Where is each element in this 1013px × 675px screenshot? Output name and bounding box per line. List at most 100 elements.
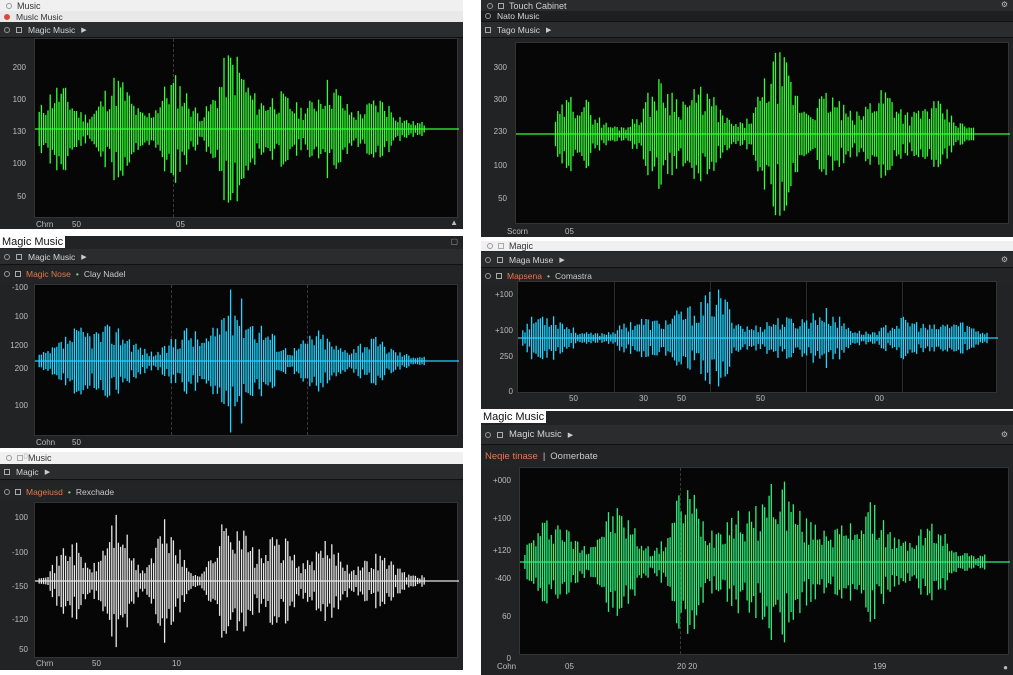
separator-icon: • <box>546 271 550 281</box>
window-title: Magic <box>509 241 534 251</box>
track-title[interactable]: Magic Music <box>28 252 75 262</box>
y-tick-label: 100 <box>493 161 507 170</box>
x-tick-label: Scorn <box>507 227 528 236</box>
chip-primary[interactable]: Neqie tinase <box>485 451 538 462</box>
y-tick-label: 230 <box>493 127 507 136</box>
settings-icon[interactable]: ⚙ <box>1001 255 1008 264</box>
window-control-icon[interactable] <box>487 2 493 9</box>
y-tick-label: +100 <box>494 326 513 335</box>
y-tick-label: 200 <box>12 63 26 72</box>
y-tick-label: +120 <box>492 546 511 555</box>
waveform-plot <box>517 281 998 393</box>
chip-secondary[interactable]: Rexchade <box>76 487 114 497</box>
settings-icon[interactable]: ⚙ <box>1001 0 1008 9</box>
y-tick-label: 50 <box>17 192 26 201</box>
window-titlebar: Magic <box>481 241 1013 251</box>
window-control-icon[interactable] <box>6 2 12 9</box>
x-tick-label: Chrn <box>36 659 54 668</box>
menu-icon[interactable] <box>485 13 491 19</box>
waveform-white <box>35 514 459 648</box>
settings-icon[interactable] <box>4 26 10 33</box>
track-icon <box>16 253 22 260</box>
link-icon[interactable] <box>4 489 10 495</box>
y-tick-label: 250 <box>499 352 513 361</box>
clip-icon <box>496 273 502 279</box>
clip-icon <box>15 271 21 277</box>
y-tick-label: 100 <box>12 95 26 104</box>
track-title[interactable]: Maga Muse <box>509 255 553 265</box>
window-control-icon[interactable] <box>487 243 493 249</box>
play-icon[interactable]: ▶ <box>546 26 551 34</box>
x-tick-label: 50 <box>677 394 686 403</box>
track-header: Maga Muse ▶ ⚙ <box>481 252 1013 268</box>
play-icon[interactable]: ▶ <box>81 253 86 261</box>
app-name: Magic Music <box>0 236 66 248</box>
track-title[interactable]: Magic Music <box>28 25 75 35</box>
panel-top-left: Music Muslc Music Magic Music ▶ 200 100 13… <box>0 0 463 229</box>
tab-label[interactable]: Nato Music <box>497 11 540 21</box>
waveform-plot <box>519 467 1010 655</box>
close-icon[interactable] <box>4 13 10 20</box>
x-tick-label: 10 <box>172 659 181 668</box>
clip-icon <box>15 489 21 495</box>
chip-primary[interactable]: Magic Nose <box>26 269 71 279</box>
separator-icon: • <box>75 269 79 279</box>
settings-icon[interactable] <box>4 253 10 260</box>
settings-icon[interactable]: ⚙ <box>1001 430 1008 439</box>
link-icon[interactable] <box>4 271 10 277</box>
x-tick-label: 30 <box>639 394 648 403</box>
y-tick-label: 50 <box>19 645 28 654</box>
x-tick-label: 50 <box>92 659 101 668</box>
waveform-plot <box>34 502 459 658</box>
chip-secondary[interactable]: Oomerbate <box>550 451 598 462</box>
resize-icon[interactable]: ● <box>1003 663 1008 672</box>
y-tick-label: 60 <box>502 612 511 621</box>
track-header: Magic ▶ <box>0 464 463 480</box>
y-tick-label: 0 <box>508 387 513 396</box>
track-header: Magic Music ▶ <box>0 22 463 38</box>
track-header: Magic Music ▶ ⚙ <box>481 425 1013 445</box>
track-chips: Neqie tinase | Oomerbate <box>481 446 1013 466</box>
play-icon[interactable]: ▶ <box>81 26 86 34</box>
y-tick-label: 300 <box>493 63 507 72</box>
track-title[interactable]: Magic <box>16 467 39 477</box>
resize-icon[interactable]: ▲ <box>450 218 458 227</box>
track-title[interactable]: Tago Music <box>497 25 540 35</box>
y-tick-label: -100 <box>11 548 28 557</box>
y-tick-label: 130 <box>12 127 26 136</box>
x-tick-label: 05 <box>176 220 185 229</box>
x-tick-label: 05 <box>565 662 574 671</box>
chip-primary[interactable]: Mapsena <box>507 271 542 281</box>
x-tick-label: 20 20 <box>677 662 698 671</box>
x-tick-label: 50 <box>72 438 81 447</box>
app-name: Magic Music <box>481 411 547 423</box>
track-icon <box>16 26 22 33</box>
x-tick-label: 50 <box>569 394 578 403</box>
panel-bottom-left: Music Magic ▶ Mageiusd • Rexchade 100 -10… <box>0 452 463 670</box>
tab-bar: Nato Music <box>481 11 1013 22</box>
window-icon <box>498 2 504 9</box>
y-tick-label: -400 <box>494 574 511 583</box>
x-tick-label: 05 <box>565 227 574 236</box>
tab-bar: Muslc Music <box>0 11 463 22</box>
play-icon[interactable]: ▶ <box>45 468 50 476</box>
play-icon[interactable]: ▶ <box>568 431 573 439</box>
tab-label[interactable]: Muslc Music <box>16 12 63 22</box>
chip-primary[interactable]: Mageiusd <box>26 487 63 497</box>
waveform-plot <box>34 284 459 436</box>
y-tick-label: 0 <box>23 452 28 461</box>
track-title[interactable]: Magic Music <box>509 429 562 440</box>
window-title: Music <box>28 453 52 463</box>
track-chips: Magic Nose • Clay Nadel <box>0 266 463 282</box>
y-tick-label: +100 <box>494 290 513 299</box>
window-titlebar: Music <box>0 0 463 11</box>
link-icon[interactable] <box>485 273 491 279</box>
settings-icon[interactable] <box>485 256 491 263</box>
y-tick-label: -150 <box>11 582 28 591</box>
y-tick-label: 100 <box>12 159 26 168</box>
chip-secondary[interactable]: Comastra <box>555 271 592 281</box>
settings-icon[interactable] <box>485 431 491 438</box>
chip-secondary[interactable]: Clay Nadel <box>84 269 126 279</box>
play-icon[interactable]: ▶ <box>559 256 564 264</box>
window-control-icon[interactable]: ▢ <box>450 237 458 246</box>
